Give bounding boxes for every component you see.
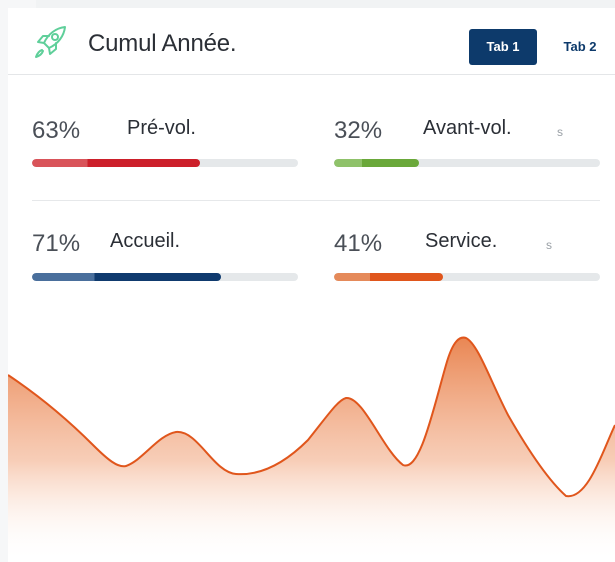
progress-fill <box>32 273 221 281</box>
tab-1[interactable]: Tab 1 <box>469 29 537 65</box>
faded-text: s <box>557 125 563 139</box>
page-title: Cumul Année. <box>88 30 237 57</box>
progress-track <box>32 273 298 281</box>
progress-track <box>32 159 298 167</box>
trend-wave <box>8 336 615 562</box>
progress-track <box>334 159 600 167</box>
stat-label: Service. <box>425 230 498 252</box>
stat-percent: 63% <box>32 117 81 144</box>
stat-percent: 32% <box>334 117 383 144</box>
progress-fill <box>334 159 420 167</box>
divider <box>32 200 600 201</box>
stat-label: Pré-vol. <box>127 117 196 139</box>
progress-fill <box>334 273 444 281</box>
stat-percent: 71% <box>32 230 81 257</box>
rocket-icon <box>35 26 66 58</box>
stat-label: Avant-vol. <box>423 117 512 139</box>
tab-2[interactable]: Tab 2 <box>556 29 604 65</box>
stat-percent: 41% <box>334 230 383 257</box>
faded-text: s <box>546 238 552 252</box>
stat-label: Accueil. <box>110 230 181 252</box>
card-header: Cumul Année. Tab 1 Tab 2 <box>8 8 615 75</box>
progress-fill <box>32 159 200 167</box>
progress-track <box>334 273 600 281</box>
